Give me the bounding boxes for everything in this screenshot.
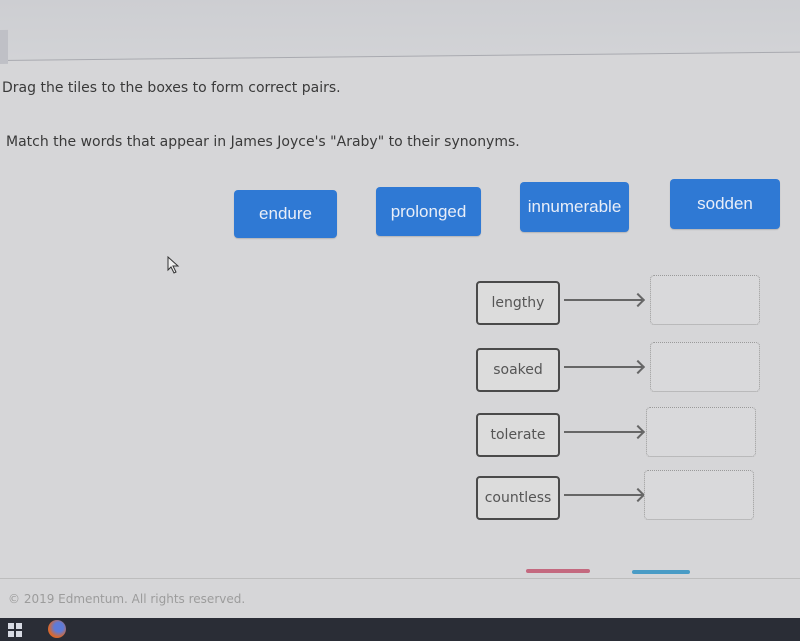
top-header-bar (0, 0, 800, 64)
arrow-right-icon (564, 299, 642, 301)
os-taskbar (0, 618, 800, 641)
drop-target[interactable] (650, 275, 760, 325)
term-box: tolerate (476, 413, 560, 457)
footer-divider (0, 578, 800, 579)
question-prompt: Match the words that appear in James Joy… (6, 134, 520, 150)
header-tab-stub (0, 29, 8, 64)
term-box: countless (476, 476, 560, 520)
instructions-text: Drag the tiles to the boxes to form corr… (2, 80, 341, 96)
draggable-tile-prolonged[interactable]: prolonged (376, 187, 481, 236)
mouse-cursor-icon (167, 256, 180, 274)
drop-target[interactable] (650, 342, 760, 392)
arrow-right-icon (564, 366, 642, 368)
drop-target[interactable] (644, 470, 754, 520)
firefox-icon[interactable] (48, 620, 66, 638)
draggable-tile-endure[interactable]: endure (234, 190, 337, 238)
reset-button[interactable] (526, 569, 590, 573)
draggable-tile-innumerable[interactable]: innumerable (520, 182, 629, 232)
drop-target[interactable] (646, 407, 756, 457)
windows-start-icon[interactable] (8, 623, 22, 637)
arrow-right-icon (564, 494, 642, 496)
arrow-right-icon (564, 431, 642, 433)
term-box: soaked (476, 348, 560, 392)
term-box: lengthy (476, 281, 560, 325)
next-button[interactable] (632, 570, 690, 574)
copyright-footer: © 2019 Edmentum. All rights reserved. (8, 592, 246, 606)
draggable-tile-sodden[interactable]: sodden (670, 179, 780, 229)
